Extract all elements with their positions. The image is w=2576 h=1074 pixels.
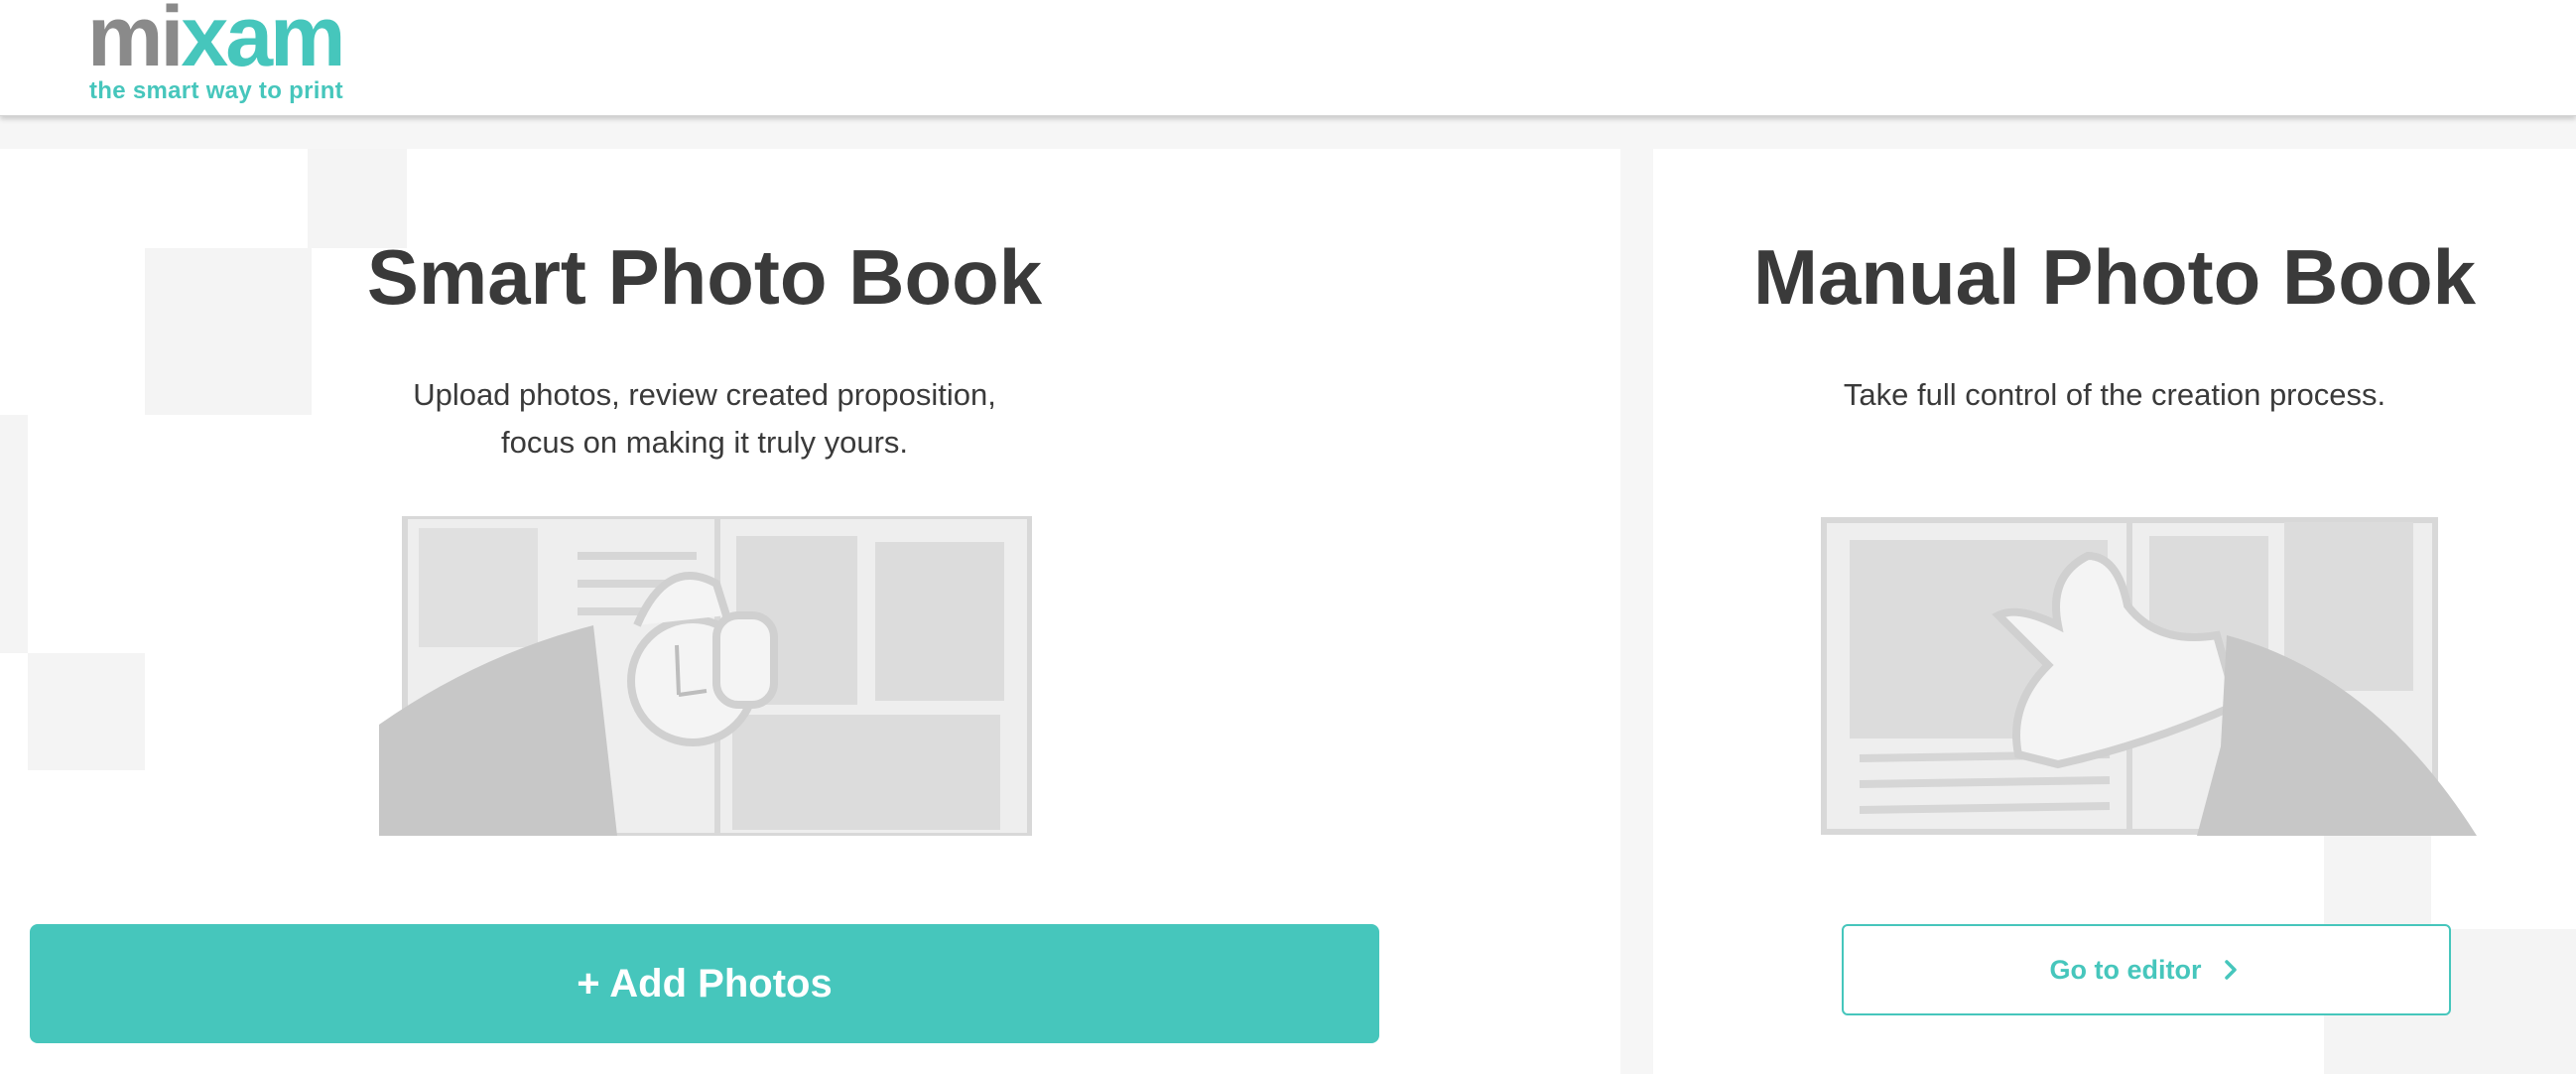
logo-wordmark: mixam [87,0,346,84]
mixam-logo[interactable]: mixam the smart way to print [87,0,375,107]
smart-photo-book-title: Smart Photo Book [366,233,1043,321]
decor-square [145,248,312,415]
chevron-right-icon [2225,960,2238,980]
top-header: mixam the smart way to print [0,0,2576,116]
logo-tagline: the smart way to print [89,77,343,104]
decor-square [2431,929,2576,1074]
add-photos-button[interactable]: + Add Photos [30,924,1379,1043]
go-to-editor-label: Go to editor [2049,954,2202,985]
go-to-editor-button[interactable]: Go to editor [1842,924,2451,1015]
manual-photo-book-card: Manual Photo Book Take full control of t… [1653,149,2576,1074]
manual-photo-book-description: Take full control of the creation proces… [1843,377,2386,412]
hand-arranging-photos-illustration [379,516,1032,836]
manual-photo-book-title: Manual Photo Book [1753,233,2476,321]
decor-square [0,415,28,653]
description-line: Upload photos, review created propositio… [413,377,996,412]
smart-photo-book-description: Upload photos, review created propositio… [288,371,1121,467]
description-line: focus on making it truly yours. [500,425,909,460]
smart-photo-book-card: Smart Photo Book Upload photos, review c… [0,149,1620,1074]
decor-square [28,653,145,770]
hand-placing-photo-illustration [1821,517,2477,836]
